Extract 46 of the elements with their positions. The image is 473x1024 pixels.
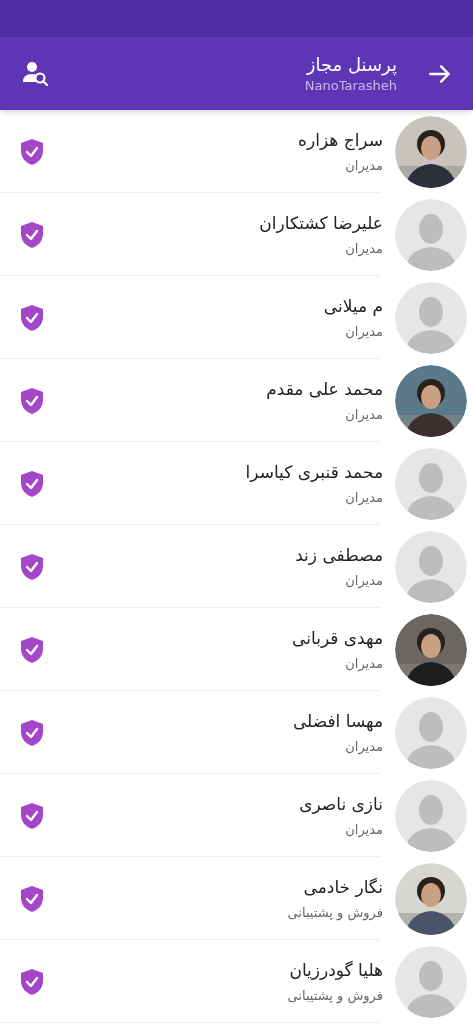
person-name: هلیا گودرزیان [289,958,383,982]
person-role: مدیران [345,322,383,342]
person-name: علیرضا کشتکاران [259,211,383,235]
person-role: مدیران [345,156,383,176]
person-row[interactable]: مصطفی زند مدیران [0,525,473,608]
verified-shield-icon [20,884,44,913]
person-name: سراج هزاره [298,128,383,153]
person-row[interactable]: مهسا افضلی مدیران [0,691,473,774]
verified-shield-icon [20,552,44,581]
person-row[interactable]: محمد قنبری کیاسرا مدیران [0,442,473,525]
person-name: نازی ناصری [299,792,383,816]
verified-shield-icon [20,220,44,249]
header-subtitle: NanoTarasheh [304,76,397,95]
person-row[interactable]: محمد علی مقدم مدیران [0,359,473,442]
person-row[interactable]: نگار خادمی فروش و پشتیبانی [0,857,473,940]
person-role: مدیران [345,488,383,508]
person-role: مدیران [345,654,383,674]
person-row[interactable]: نازی ناصری مدیران [0,774,473,857]
verified-shield-icon [20,718,44,747]
person-role: مدیران [345,820,383,840]
person-row[interactable]: علیرضا کشتکاران مدیران [0,193,473,276]
verified-shield-icon [20,386,44,415]
person-name: مهدی قربانی [292,626,383,651]
verified-shield-icon [20,635,44,664]
person-row[interactable]: هلیا گودرزیان فروش و پشتیبانی [0,940,473,1023]
person-name: مهسا افضلی [292,709,383,734]
person-name: محمد علی مقدم [266,377,383,401]
person-role: مدیران [345,239,383,259]
verified-shield-icon [20,801,44,830]
person-role: فروش و پشتیبانی [287,986,383,1006]
person-role: فروش و پشتیبانی [287,903,383,923]
person-name: محمد قنبری کیاسرا [245,460,383,484]
verified-shield-icon [20,469,44,498]
person-role: مدیران [345,571,383,591]
person-row[interactable]: سراج هزاره مدیران [0,110,473,193]
person-name: مصطفی زند [295,543,383,567]
person-name: م میلانی [323,294,383,318]
header-title: پرسنل مجاز [306,52,397,77]
person-name: نگار خادمی [303,875,383,899]
verified-shield-icon [20,967,44,996]
person-role: مدیران [345,405,383,425]
person-row[interactable]: مهدی قربانی مدیران [0,608,473,691]
person-row[interactable]: م میلانی مدیران [0,276,473,359]
verified-shield-icon [20,303,44,332]
verified-shield-icon [20,137,44,166]
person-role: مدیران [345,737,383,757]
